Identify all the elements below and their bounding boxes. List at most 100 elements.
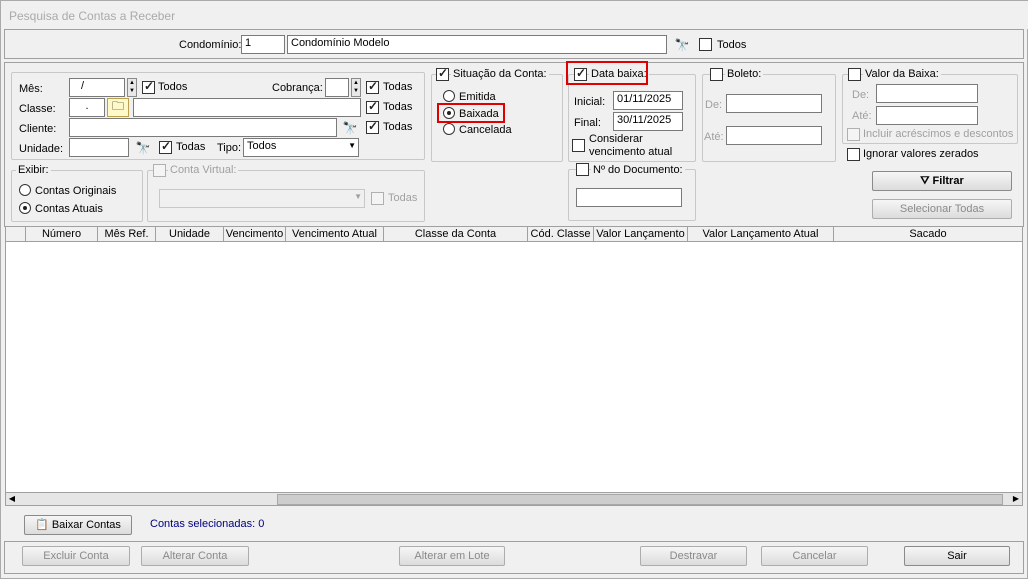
radio-contas-atuais[interactable] [19, 202, 31, 214]
baixar-contas-label: Baixar Contas [51, 519, 121, 531]
col-mes-ref[interactable]: Mês Ref. [98, 227, 156, 241]
col-classe-conta[interactable]: Classe da Conta [384, 227, 528, 241]
horizontal-scrollbar[interactable]: ◀ ▶ [5, 492, 1023, 506]
clipboard-icon: 📋 [35, 519, 52, 531]
col-numero[interactable]: Número [26, 227, 98, 241]
col-sacado[interactable]: Sacado [834, 227, 1022, 241]
destravar-button[interactable]: Destravar [640, 546, 747, 566]
documento-checkbox[interactable] [576, 163, 589, 176]
cliente-todas-checkbox[interactable] [366, 119, 379, 134]
final-label: Final: [574, 117, 601, 129]
valor-ate-input[interactable] [876, 106, 978, 125]
cliente-todas-label: Todas [383, 121, 413, 133]
cobranca-input[interactable] [325, 78, 349, 97]
conta-virtual-todas-checkbox[interactable] [371, 192, 384, 205]
condominio-todos-label: Todos [717, 39, 747, 51]
excluir-conta-button[interactable]: Excluir Conta [22, 546, 130, 566]
col-unidade[interactable]: Unidade [156, 227, 224, 241]
classe-input[interactable]: . [69, 98, 105, 117]
binoculars-icon[interactable]: 🔭 [339, 118, 361, 137]
cobranca-spinner[interactable]: ▲ ▼ [351, 78, 361, 97]
alterar-lote-button[interactable]: Alterar em Lote [399, 546, 505, 566]
title-bar: Pesquisa de Contas a Receber [1, 1, 1028, 29]
alterar-conta-button[interactable]: Alterar Conta [141, 546, 249, 566]
radio-emitida[interactable] [443, 90, 455, 102]
classe-label: Classe: [19, 103, 56, 115]
window: Pesquisa de Contas a Receber Condomínio:… [0, 0, 1028, 579]
valor-baixa-label: Valor da Baixa: [863, 68, 941, 80]
mes-input[interactable]: / [69, 78, 125, 97]
contas-selecionadas-text: Contas selecionadas: 0 [150, 518, 265, 530]
grid-header: Número Mês Ref. Unidade Vencimento Venci… [5, 226, 1023, 242]
conta-virtual-checkbox[interactable] [153, 164, 166, 177]
boleto-ate-input[interactable] [726, 126, 822, 145]
scroll-right-icon[interactable]: ▶ [1010, 493, 1022, 505]
cliente-input[interactable] [69, 118, 337, 137]
cliente-label: Cliente: [19, 123, 57, 135]
sair-button[interactable]: Sair [904, 546, 1010, 566]
col-valor-lancamento[interactable]: Valor Lançamento [594, 227, 688, 241]
conta-virtual-select[interactable]: ▼ [159, 189, 365, 208]
emitida-label: Emitida [459, 91, 496, 103]
col-valor-lancamento-atual[interactable]: Valor Lançamento Atual [688, 227, 834, 241]
tipo-label: Tipo: [217, 142, 242, 154]
documento-label: Nº do Documento: [591, 164, 685, 176]
boleto-de-label: De: [705, 99, 723, 111]
ignorar-checkbox[interactable] [847, 148, 860, 161]
situacao-label: Situação da Conta: [451, 68, 549, 80]
boleto-checkbox[interactable] [710, 68, 723, 81]
situacao-checkbox[interactable] [436, 66, 449, 81]
unidade-todas-checkbox[interactable] [159, 139, 172, 154]
mes-value: / [81, 80, 85, 92]
condominio-name-input[interactable]: Condomínio Modelo [287, 35, 667, 54]
exibir-label: Exibir: [16, 164, 51, 176]
selecionar-todas-button[interactable]: Selecionar Todas [872, 199, 1012, 219]
data-final-input[interactable]: 30/11/2025 [613, 112, 683, 131]
scrollbar-thumb[interactable] [277, 494, 1003, 505]
conta-virtual-todas-label: Todas [388, 192, 418, 204]
radio-contas-originais[interactable] [19, 184, 31, 196]
condominio-code-input[interactable]: 1 [241, 35, 285, 54]
col-cod-classe[interactable]: Cód. Classe [528, 227, 594, 241]
col-vencimento-atual[interactable]: Vencimento Atual [286, 227, 384, 241]
boleto-de-input[interactable] [726, 94, 822, 113]
mes-todos-checkbox[interactable] [142, 79, 155, 94]
considerar-label-line2: vencimento atual [589, 146, 673, 158]
cancelar-button[interactable]: Cancelar [761, 546, 868, 566]
documento-input[interactable] [576, 188, 682, 207]
considerar-checkbox[interactable] [572, 139, 585, 152]
unidade-label: Unidade: [19, 143, 64, 155]
data-inicial-input[interactable]: 01/11/2025 [613, 91, 683, 110]
highlight-baixada [437, 103, 505, 123]
valor-de-input[interactable] [876, 84, 978, 103]
filter-icon: ⛛ [920, 175, 933, 187]
conta-virtual-label: Conta Virtual: [168, 164, 239, 176]
cobranca-todas-checkbox[interactable] [366, 79, 379, 94]
col-vencimento[interactable]: Vencimento [224, 227, 286, 241]
chevron-down-icon: ▼ [354, 192, 362, 201]
contas-originais-label: Contas Originais [35, 185, 117, 197]
classe-todas-label: Todas [383, 101, 413, 113]
tipo-select[interactable]: Todos ▼ [243, 138, 359, 157]
classe-todas-checkbox[interactable] [366, 99, 379, 114]
radio-cancelada[interactable] [443, 123, 455, 135]
condominio-todos-checkbox[interactable] [699, 38, 712, 51]
filtrar-label: Filtrar [932, 175, 964, 187]
binoculars-icon[interactable]: 🔭 [671, 35, 693, 54]
cobranca-todas-label: Todas [383, 81, 413, 93]
cobranca-label: Cobrança: [272, 82, 323, 94]
valor-baixa-checkbox[interactable] [848, 68, 861, 81]
contas-atuais-label: Contas Atuais [35, 203, 103, 215]
binoculars-icon[interactable]: 🔭 [132, 138, 154, 157]
folder-icon[interactable]: 🗀 [107, 98, 129, 117]
incluir-checkbox[interactable] [847, 128, 860, 141]
classe-description-input[interactable] [133, 98, 361, 117]
grid-body[interactable] [5, 242, 1023, 492]
unidade-input[interactable] [69, 138, 129, 157]
filtrar-button[interactable]: ⛛ Filtrar [872, 171, 1012, 191]
cancelada-label: Cancelada [459, 124, 512, 136]
mes-spinner[interactable]: ▲ ▼ [127, 78, 137, 97]
inicial-label: Inicial: [574, 96, 606, 108]
scroll-left-icon[interactable]: ◀ [6, 493, 18, 505]
baixar-contas-button[interactable]: 📋 Baixar Contas [24, 515, 132, 535]
